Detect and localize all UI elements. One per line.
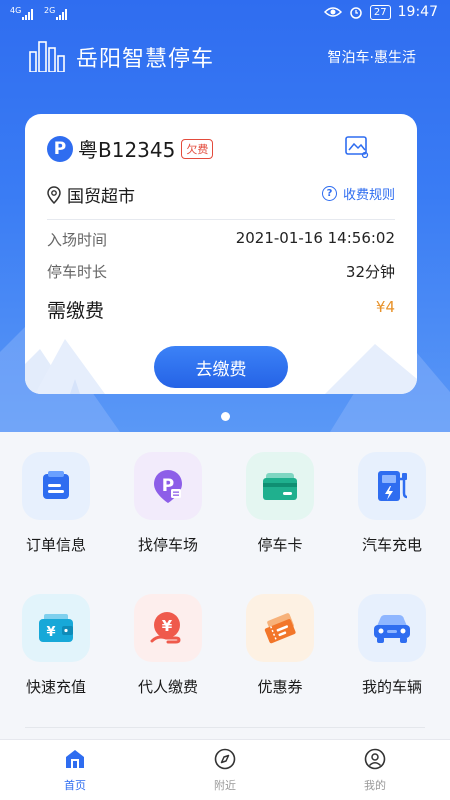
location-pin-icon xyxy=(47,185,61,204)
coupon-icon xyxy=(246,594,314,662)
service-label: 我的车辆 xyxy=(361,678,422,696)
carousel-indicator[interactable] xyxy=(221,412,230,421)
service-ev-charging[interactable]: 汽车充电 xyxy=(336,452,448,592)
city-logo-icon xyxy=(29,41,65,72)
plate-row: P 粤B12345 欠费 xyxy=(47,134,214,163)
license-plate: 粤B12345 xyxy=(78,138,176,162)
parking-lot-name: 国贸超市 xyxy=(67,187,135,207)
service-coupon[interactable]: 优惠券 xyxy=(224,594,336,734)
service-label: 停车卡 xyxy=(257,536,303,554)
tab-mine[interactable]: 我的 xyxy=(345,748,405,793)
service-pay-for-others[interactable]: ¥ 代人缴费 xyxy=(112,594,224,734)
tab-home[interactable]: 首页 xyxy=(45,748,105,793)
amount-due-value: ¥4 xyxy=(375,298,395,316)
wallet-icon: ¥ xyxy=(22,594,90,662)
service-order-info[interactable]: 订单信息 xyxy=(0,452,112,592)
pay-button[interactable]: 去缴费 xyxy=(154,346,288,388)
service-quick-recharge[interactable]: ¥ 快速充值 xyxy=(0,594,112,734)
photo-icon[interactable] xyxy=(345,136,369,158)
service-label: 汽车充电 xyxy=(361,536,422,554)
find-parking-icon: P xyxy=(134,452,202,520)
parking-record-card: P 粤B12345 欠费 国贸超市 ? 收费规则 入场时间 2021-01-16… xyxy=(25,114,417,394)
svg-text:¥: ¥ xyxy=(162,617,173,635)
parking-card-icon xyxy=(246,452,314,520)
service-label: 代人缴费 xyxy=(137,678,198,696)
car-icon xyxy=(358,594,426,662)
battery-indicator: 27 xyxy=(369,4,391,20)
clock: 19:47 xyxy=(397,4,438,20)
parking-p-icon: P xyxy=(47,135,73,162)
service-find-parking[interactable]: P 找停车场 xyxy=(112,452,224,592)
tab-mine-label: 我的 xyxy=(364,779,386,792)
location-row: 国贸超市 xyxy=(47,182,135,207)
bottom-tab-bar: 首页 附近 我的 xyxy=(0,739,450,800)
duration-value: 32分钟 xyxy=(345,263,395,281)
tab-home-label: 首页 xyxy=(64,779,86,792)
arrears-badge: 欠费 xyxy=(181,138,214,159)
fee-rules-label: 收费规则 xyxy=(342,188,395,203)
service-label: 优惠券 xyxy=(257,678,303,696)
service-label: 快速充值 xyxy=(25,678,86,696)
service-parking-card[interactable]: 停车卡 xyxy=(224,452,336,592)
amount-due-label: 需缴费 xyxy=(47,300,105,322)
home-icon xyxy=(66,750,84,768)
status-bar: 4G 2G 27 19:47 xyxy=(0,0,450,28)
signal-icon xyxy=(22,8,33,20)
question-icon: ? xyxy=(321,186,337,201)
svg-text:¥: ¥ xyxy=(46,625,55,640)
service-label: 订单信息 xyxy=(25,536,86,554)
network-type-1: 4G xyxy=(10,6,22,15)
alarm-icon xyxy=(350,7,362,19)
app-title: 岳阳智慧停车 xyxy=(76,47,215,72)
duration-label: 停车时长 xyxy=(47,263,108,281)
network-type-2: 2G xyxy=(44,6,56,15)
app-header: 岳阳智慧停车 智泊车·惠生活 xyxy=(0,30,450,80)
entry-time-value: 2021-01-16 14:56:02 xyxy=(235,229,395,247)
service-label: 找停车场 xyxy=(137,536,198,554)
service-my-vehicles[interactable]: 我的车辆 xyxy=(336,594,448,734)
tab-nearby[interactable]: 附近 xyxy=(195,748,255,793)
entry-time-label: 入场时间 xyxy=(47,231,108,249)
user-icon xyxy=(364,748,386,770)
fee-rules-link[interactable]: ? 收费规则 xyxy=(321,184,395,203)
tab-nearby-label: 附近 xyxy=(214,779,236,792)
card-divider xyxy=(47,219,395,220)
section-divider xyxy=(25,727,425,728)
compass-icon xyxy=(214,748,236,770)
signal-icon xyxy=(56,8,67,20)
app-slogan: 智泊车·惠生活 xyxy=(327,50,416,66)
pay-for-others-icon: ¥ xyxy=(134,594,202,662)
eye-icon xyxy=(323,7,342,17)
order-icon xyxy=(22,452,90,520)
ev-charging-icon xyxy=(358,452,426,520)
